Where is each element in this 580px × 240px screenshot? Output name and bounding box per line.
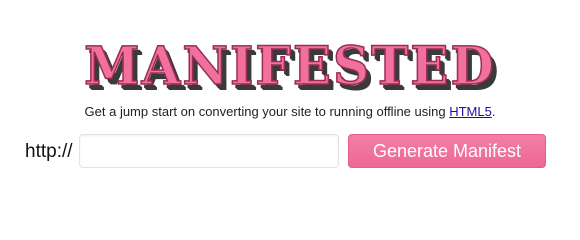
logo: MANIFESTED [83, 34, 496, 98]
tagline-text: Get a jump start on converting your site… [84, 104, 450, 119]
tagline-suffix: . [491, 104, 496, 119]
page: MANIFESTED Get a jump start on convertin… [0, 0, 580, 200]
url-prefix-label: http:// [25, 141, 73, 162]
tagline: Get a jump start on converting your site… [0, 104, 580, 120]
manifest-form: http:// Generate Manifest [0, 134, 580, 170]
html5-link[interactable]: HTML5 [449, 104, 492, 119]
url-input[interactable] [79, 134, 339, 168]
generate-manifest-button[interactable]: Generate Manifest [348, 134, 546, 168]
